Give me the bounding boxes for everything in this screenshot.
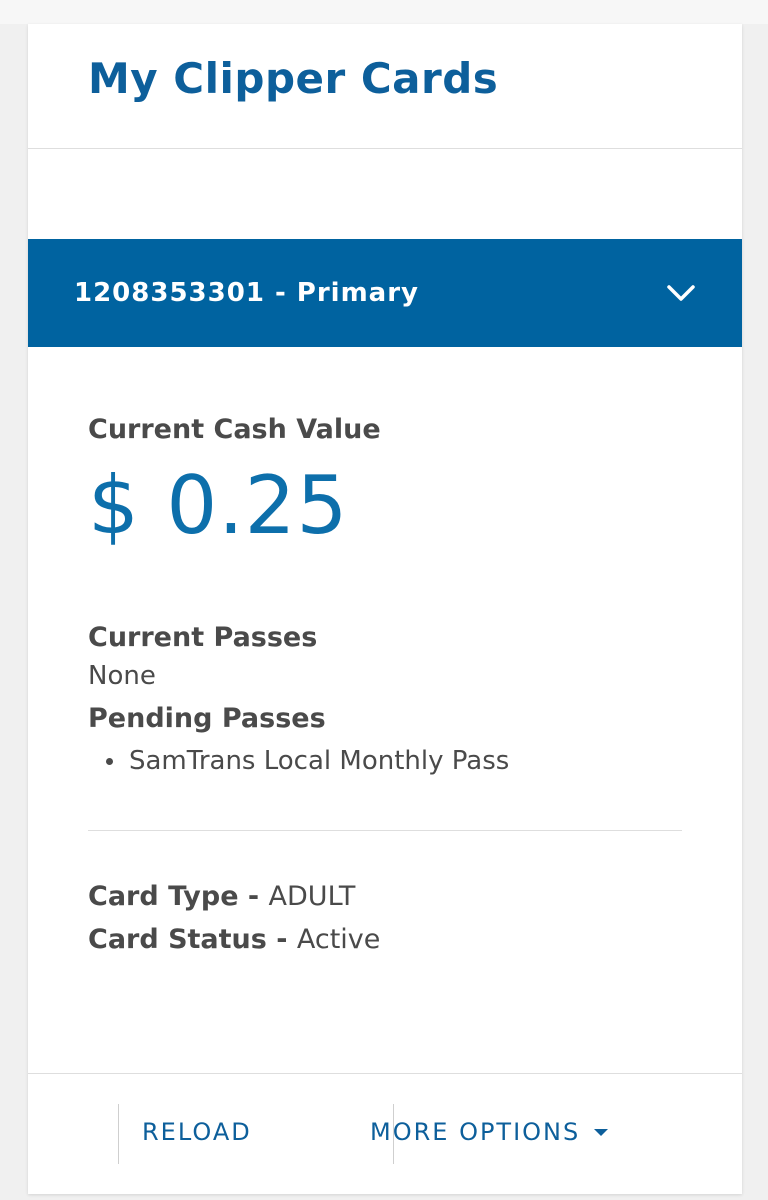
chevron-down-icon[interactable]	[666, 278, 696, 308]
divider	[88, 830, 682, 831]
card-status-label: Card Status -	[88, 924, 297, 955]
cash-value-label: Current Cash Value	[88, 414, 381, 445]
top-strip	[0, 0, 768, 24]
pending-passes-label: Pending Passes	[88, 703, 326, 734]
card-actions-footer: RELOAD MORE OPTIONS	[28, 1073, 742, 1194]
current-passes-value: None	[88, 661, 156, 691]
pending-passes-list: SamTrans Local Monthly Pass	[88, 746, 682, 776]
card-number-title: 1208353301 - Primary	[74, 278, 419, 308]
card-type-row: Card Type - ADULT	[88, 881, 682, 912]
passes-section: Current Passes None Pending Passes SamTr…	[88, 622, 682, 776]
cash-value-amount: $ 0.25	[88, 459, 349, 552]
card-meta: Card Type - ADULT Card Status - Active	[88, 881, 682, 955]
more-options-label: MORE OPTIONS	[370, 1118, 581, 1146]
list-item: SamTrans Local Monthly Pass	[106, 746, 682, 776]
footer-divider-left	[118, 1104, 119, 1164]
card-type-value: ADULT	[268, 881, 356, 912]
pending-pass-name: SamTrans Local Monthly Pass	[129, 746, 510, 776]
card-details: Current Cash Value $ 0.25 Current Passes…	[88, 414, 682, 967]
page-title: My Clipper Cards	[88, 54, 499, 103]
bullet-icon	[106, 757, 113, 765]
page-header: My Clipper Cards	[28, 24, 742, 149]
clipper-card-panel: My Clipper Cards 1208353301 - Primary Cu…	[28, 24, 742, 1194]
current-passes-label: Current Passes	[88, 622, 318, 653]
card-accordion-header[interactable]: 1208353301 - Primary	[28, 239, 742, 347]
reload-button[interactable]: RELOAD	[142, 1118, 252, 1146]
caret-down-icon	[594, 1128, 609, 1136]
more-options-button[interactable]: MORE OPTIONS	[370, 1118, 609, 1146]
card-type-label: Card Type -	[88, 881, 269, 912]
card-status-value: Active	[296, 924, 381, 955]
card-status-row: Card Status - Active	[88, 924, 682, 955]
